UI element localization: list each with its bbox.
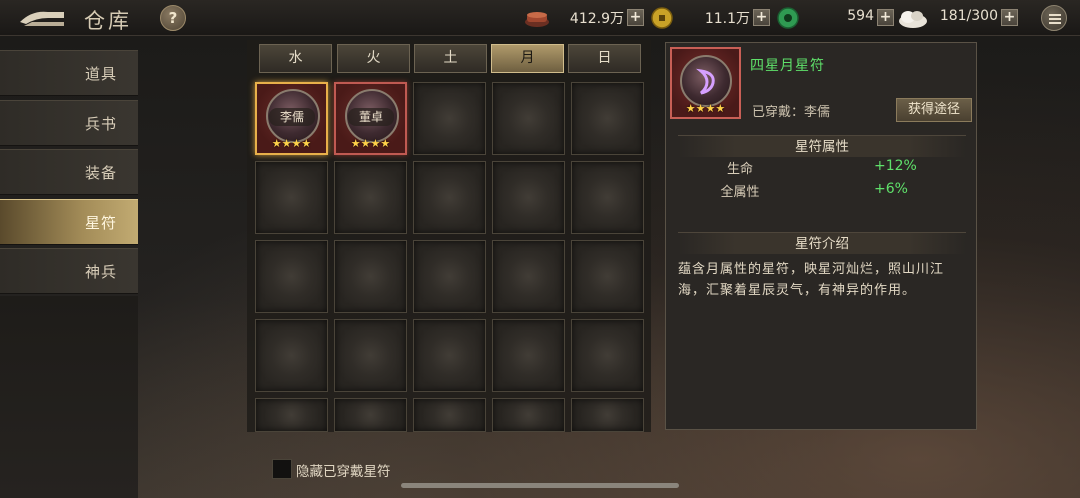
gold-value: 11.1万 — [704, 11, 750, 27]
empty-slot — [492, 398, 565, 432]
tab-earth[interactable]: 土 — [414, 44, 487, 73]
equipped-by-text: 已穿戴：李儒 — [752, 105, 831, 120]
inventory-slot[interactable]: 李儒 ★★★★ — [255, 82, 328, 155]
hide-equipped-checkbox[interactable] — [272, 459, 292, 479]
jade-value: 594 — [847, 8, 874, 24]
intro-header: 星符介绍 — [678, 232, 966, 254]
sidebar-item-equipment[interactable]: 装备 — [0, 149, 138, 195]
empty-slot — [413, 398, 486, 432]
sidebar-item-divine-weapons[interactable]: 神兵 — [0, 248, 138, 294]
attribute-value: +12% — [874, 158, 917, 174]
empty-slot — [334, 161, 407, 234]
empty-slot — [255, 161, 328, 234]
empty-slot — [492, 319, 565, 392]
gold-coin-icon — [651, 7, 673, 29]
empty-slot — [413, 161, 486, 234]
copper-value: 412.9万 — [569, 11, 624, 27]
attribute-value: +6% — [874, 181, 908, 197]
sidebar-filler — [0, 296, 138, 498]
empty-slot — [255, 398, 328, 432]
back-arrow-icon — [20, 11, 64, 26]
add-copper-button[interactable]: + — [627, 9, 644, 26]
rice-bag-icon — [899, 11, 927, 28]
empty-slot — [255, 240, 328, 313]
tab-fire[interactable]: 火 — [337, 44, 410, 73]
talisman-detail-panel: ★★★★ 四星月星符 已穿戴：李儒 获得途径 星符属性 生命 +12% 全属性 … — [665, 42, 977, 430]
empty-slot — [571, 398, 644, 432]
empty-slot — [413, 319, 486, 392]
moon-glyph-icon — [695, 68, 715, 95]
category-sidebar: 道具 兵书 装备 星符 神兵 — [0, 50, 138, 498]
sidebar-item-items[interactable]: 道具 — [0, 50, 138, 96]
empty-slot — [334, 240, 407, 313]
empty-slot — [492, 82, 565, 155]
empty-slot — [571, 319, 644, 392]
tab-moon[interactable]: 月 — [491, 44, 564, 73]
star-rating: ★★★★ — [350, 137, 391, 150]
attribute-row: 生命 +12% — [678, 158, 966, 178]
inventory-panel: 水 火 土 月 日 李儒 ★★★★ 董卓 ★★★★ — [247, 40, 651, 432]
moon-rune-orb-icon — [680, 55, 732, 107]
help-button[interactable]: ? — [160, 5, 186, 31]
menu-button[interactable] — [1041, 5, 1067, 31]
resource-jade: 594 + — [776, 7, 898, 29]
resource-copper: 412.9万 + — [524, 7, 648, 29]
slot-equipped-hero: 李儒 — [269, 108, 315, 126]
inventory-slot[interactable]: 董卓 ★★★★ — [334, 82, 407, 155]
attribute-name: 全属性 — [720, 185, 760, 200]
attribute-row: 全属性 +6% — [678, 181, 966, 201]
add-food-button[interactable]: + — [1001, 9, 1018, 26]
attribute-name: 生命 — [726, 162, 753, 177]
empty-slot — [255, 319, 328, 392]
empty-slot — [334, 398, 407, 432]
empty-slot — [492, 161, 565, 234]
add-gold-button[interactable]: + — [753, 9, 770, 26]
obtain-source-button[interactable]: 获得途径 — [896, 98, 972, 122]
empty-slot — [413, 240, 486, 313]
slot-equipped-hero: 董卓 — [348, 108, 394, 126]
back-button[interactable] — [18, 6, 68, 30]
add-jade-button[interactable]: + — [877, 9, 894, 26]
hide-equipped-label: 隐藏已穿戴星符 — [296, 464, 391, 480]
jade-icon — [777, 7, 799, 29]
page-title: 仓库 — [84, 9, 132, 33]
empty-slot — [571, 82, 644, 155]
empty-slot — [334, 319, 407, 392]
sidebar-item-star-talisman[interactable]: 星符 — [0, 199, 138, 245]
resource-food: 181/300 + — [898, 7, 1022, 29]
resource-gold: 11.1万 + — [650, 7, 774, 29]
sidebar-item-books[interactable]: 兵书 — [0, 100, 138, 146]
selected-talisman-icon: ★★★★ — [670, 47, 741, 119]
empty-slot — [571, 161, 644, 234]
empty-slot — [413, 82, 486, 155]
food-value: 181/300 — [939, 8, 998, 24]
tab-sun[interactable]: 日 — [568, 44, 641, 73]
home-indicator-bar — [401, 483, 679, 488]
talisman-name: 四星月星符 — [750, 58, 825, 74]
talisman-description: 蕴含月属性的星符，映星河灿烂，照山川江海，汇聚着星辰灵气，有神异的作用。 — [678, 262, 945, 298]
star-rating: ★★★★ — [685, 102, 726, 115]
empty-slot — [492, 240, 565, 313]
tab-water[interactable]: 水 — [259, 44, 332, 73]
copper-ingot-icon — [525, 12, 549, 27]
empty-slot — [571, 240, 644, 313]
star-rating: ★★★★ — [271, 137, 312, 150]
attributes-header: 星符属性 — [678, 135, 966, 157]
top-bar: 仓库 ? 412.9万 + 11.1万 + 594 + 181/300 + — [0, 0, 1080, 36]
